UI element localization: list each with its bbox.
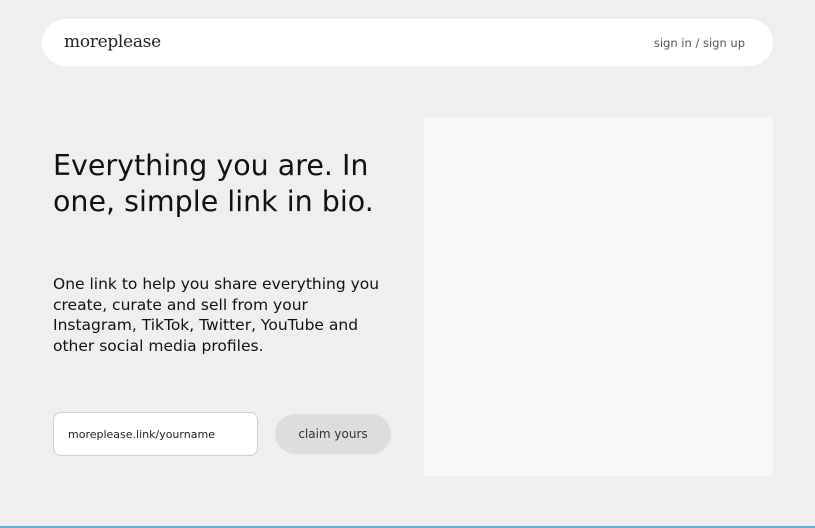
logo[interactable]: moreplease [64, 31, 161, 53]
navbar: moreplease sign in / sign up [42, 19, 773, 66]
preview-panel [424, 117, 773, 476]
sign-in-sign-up-link[interactable]: sign in / sign up [654, 35, 745, 51]
username-url-input[interactable] [53, 412, 258, 456]
hero-headline: Everything you are. In one, simple link … [53, 149, 374, 218]
claim-yours-button[interactable]: claim yours [275, 414, 391, 454]
hero-subheadline: One link to help you share everything yo… [53, 275, 380, 355]
